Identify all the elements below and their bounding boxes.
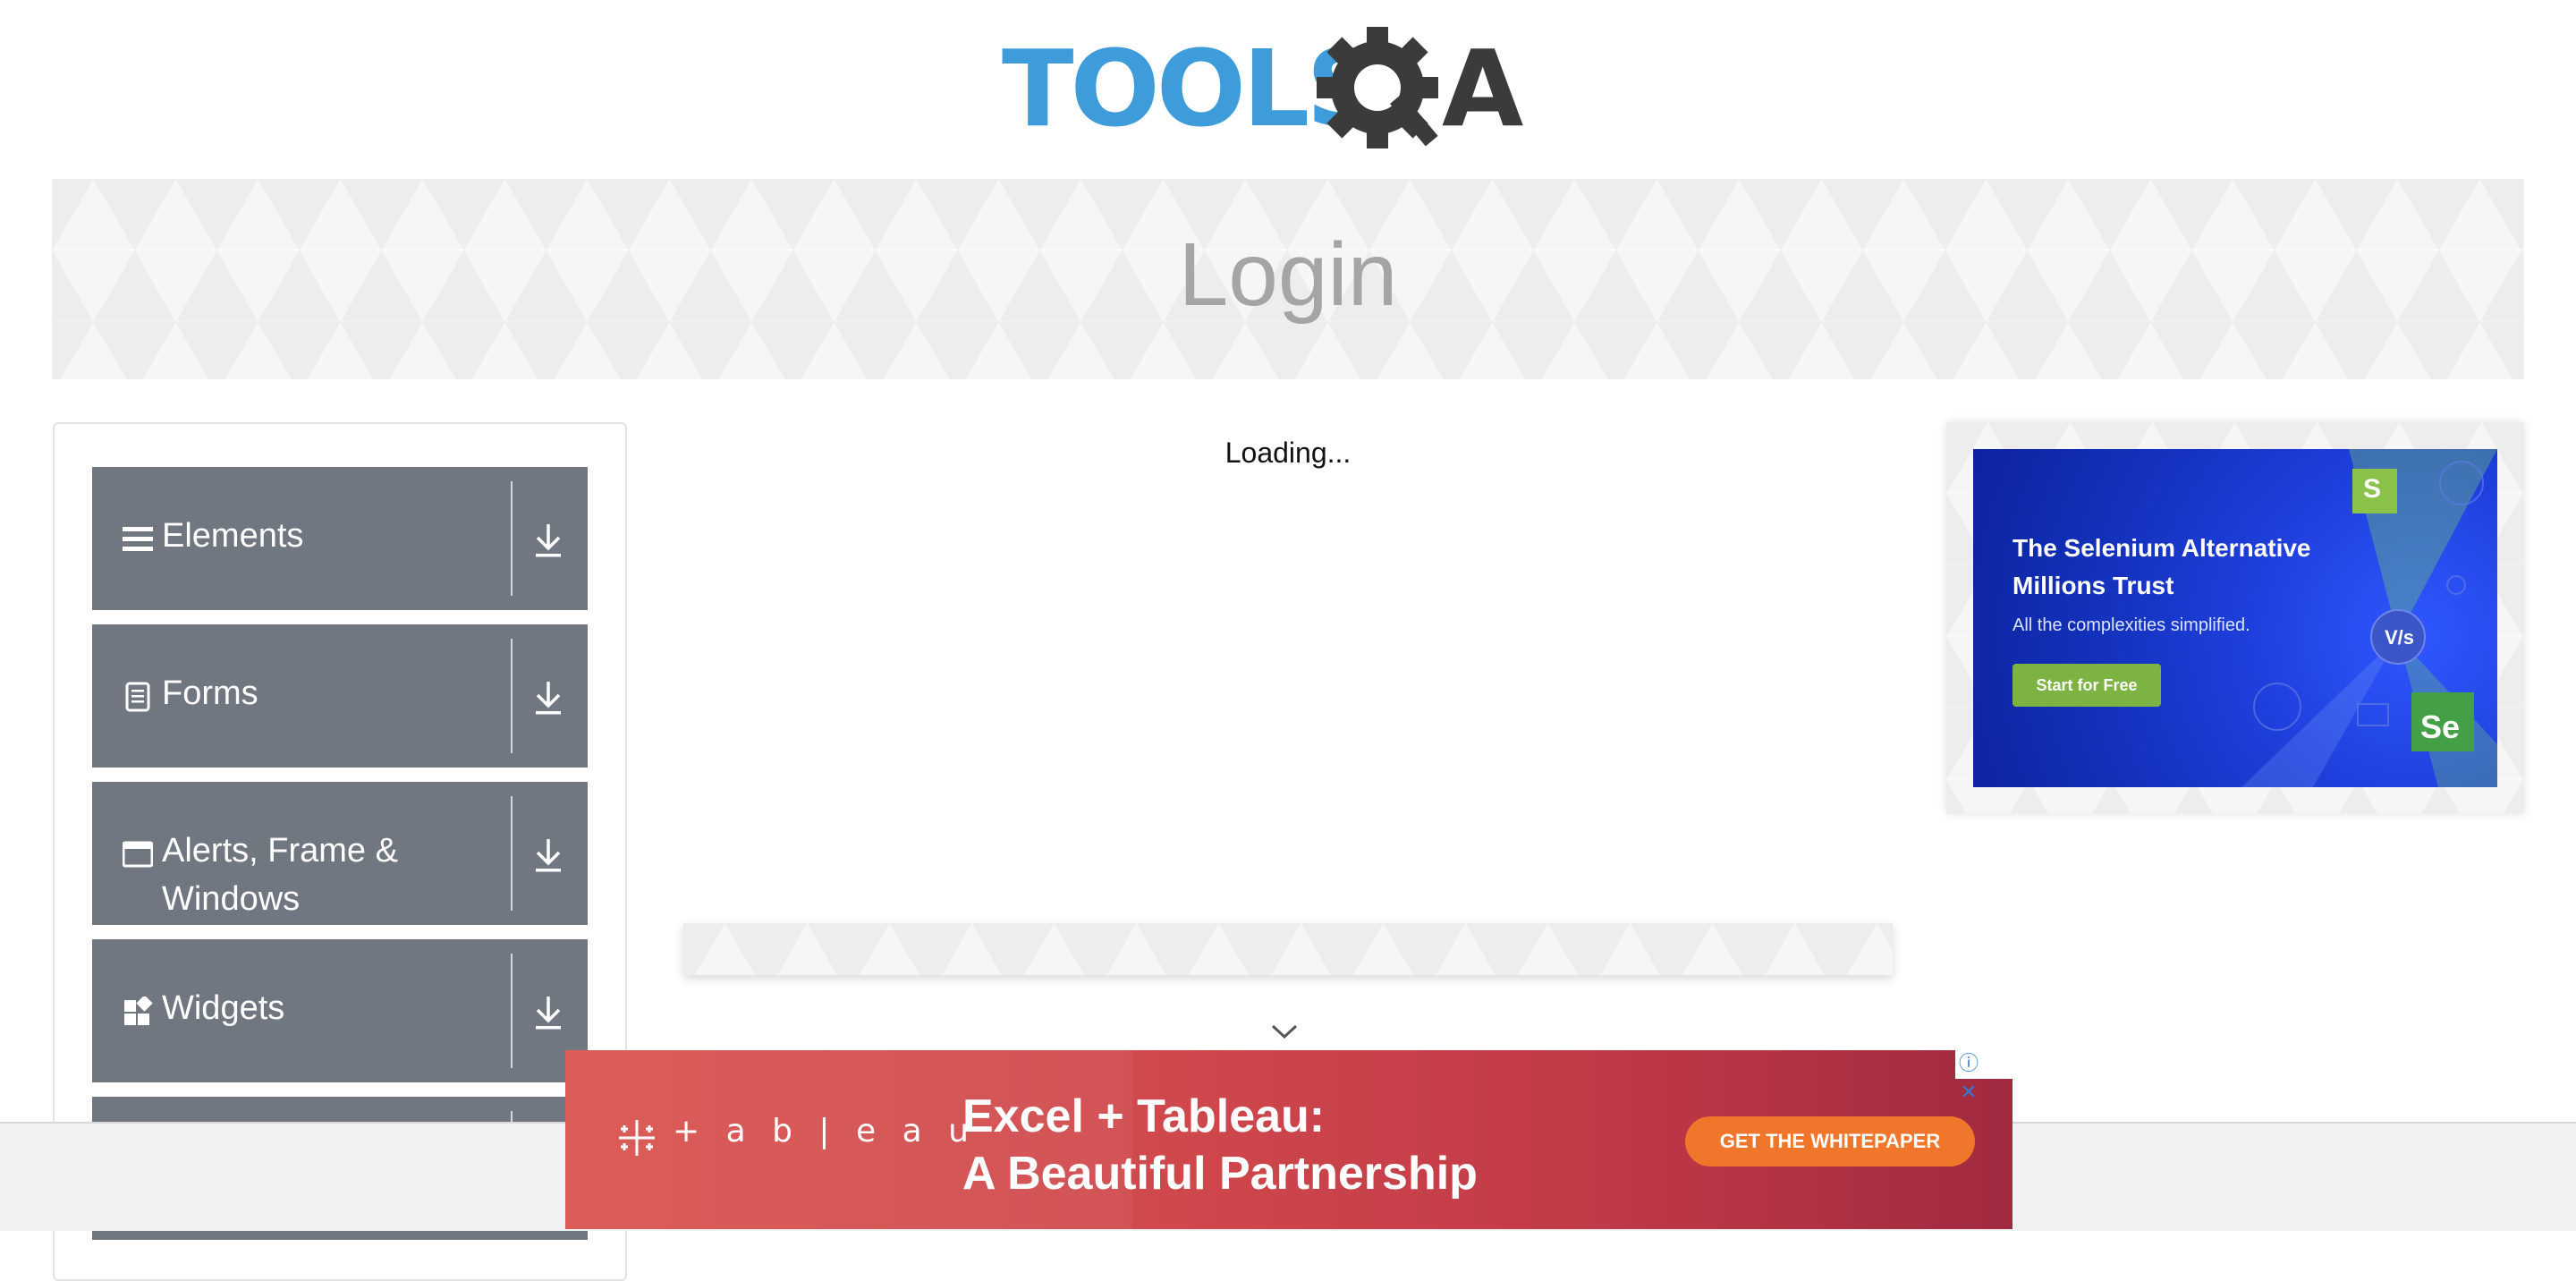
- toolsqa-logo-graphic: TOOLS A: [1002, 27, 1523, 150]
- svg-text:A: A: [1442, 27, 1523, 150]
- ad-headline: Excel + Tableau: A Beautiful Partnership: [962, 1088, 1478, 1202]
- chevron-down-icon[interactable]: [1270, 1022, 1299, 1041]
- right-ad-container: S Se V/s The Selenium Alternative Millio…: [1946, 422, 2524, 814]
- tableau-plus-icon: [619, 1120, 655, 1156]
- toolsqa-logo[interactable]: TOOLS A: [1002, 25, 1583, 161]
- content-placeholder-strip: [683, 923, 1893, 975]
- ad-vs-label: V/s: [2385, 626, 2415, 649]
- sidebar-group-widgets[interactable]: Widgets: [92, 939, 588, 1082]
- selenium-alternative-ad[interactable]: S Se V/s The Selenium Alternative Millio…: [1973, 449, 2497, 787]
- page-title: Login: [1178, 225, 1398, 325]
- ad-controls: ⓘ ✕: [1955, 1050, 2012, 1103]
- document-icon: [125, 682, 150, 712]
- ad-info-icon[interactable]: ⓘ: [1955, 1050, 1982, 1079]
- sidebar-group-label: Elements: [162, 517, 304, 555]
- window-icon: [123, 841, 153, 868]
- sidebar-group-alerts-frame-windows[interactable]: Alerts, Frame & Windows: [92, 782, 588, 925]
- tableau-brand-text: + a b | e a u: [673, 1113, 977, 1150]
- divider: [511, 639, 513, 753]
- sidebar-group-label: Widgets: [162, 989, 285, 1027]
- download-icon[interactable]: [530, 993, 566, 1032]
- sidebar-group-label: Forms: [162, 674, 258, 712]
- ad-close-icon[interactable]: ✕: [1955, 1079, 1982, 1107]
- start-for-free-button[interactable]: Start for Free: [2012, 664, 2161, 707]
- divider: [511, 481, 513, 596]
- ad-se-logo: Se: [2420, 708, 2461, 745]
- loading-text: Loading...: [1224, 437, 1352, 469]
- widgets-icon: [124, 997, 153, 1025]
- ad-s-logo: S: [2363, 474, 2382, 504]
- download-icon[interactable]: [530, 678, 566, 717]
- download-icon[interactable]: [530, 521, 566, 560]
- ad-subtext: All the complexities simplified.: [2012, 615, 2250, 635]
- sidebar-group-elements[interactable]: Elements: [92, 467, 588, 610]
- ad-headline: The Selenium Alternative Millions Trust: [2012, 534, 2311, 599]
- sidebar-group-label: Alerts, Frame & Windows: [162, 832, 398, 918]
- get-the-whitepaper-button[interactable]: GET THE WHITEPAPER: [1685, 1116, 1975, 1166]
- divider: [511, 796, 513, 911]
- tableau-ad[interactable]: + a b | e a u Excel + Tableau: A Beautif…: [565, 1050, 2012, 1229]
- download-icon[interactable]: [530, 836, 566, 875]
- ad-headline-line1: Excel + Tableau:: [962, 1090, 1326, 1142]
- ad-headline-line2: A Beautiful Partnership: [962, 1148, 1478, 1200]
- sidebar-group-forms[interactable]: Forms: [92, 624, 588, 768]
- page-banner: Login: [52, 179, 2524, 379]
- hamburger-icon: [123, 527, 153, 551]
- divider: [511, 954, 513, 1068]
